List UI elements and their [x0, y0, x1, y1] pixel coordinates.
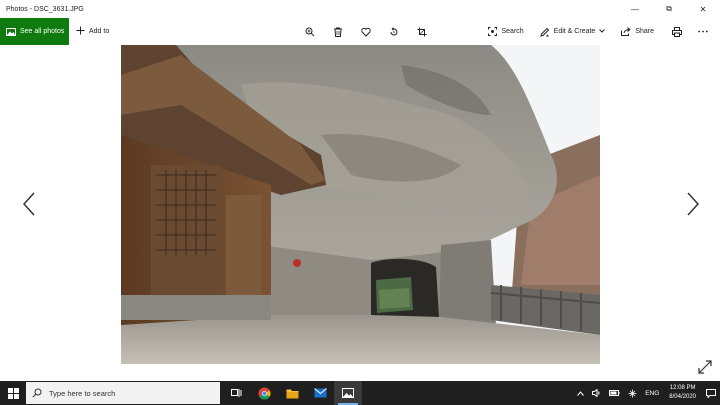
mail-button[interactable]: [306, 381, 334, 405]
edit-create-button[interactable]: Edit & Create: [532, 18, 614, 45]
center-tools: [296, 18, 436, 45]
crop-icon: [417, 27, 427, 36]
next-photo-button[interactable]: [686, 190, 700, 218]
favorite-icon: [361, 27, 371, 37]
expand-icon: [698, 360, 712, 374]
network-button[interactable]: [624, 389, 641, 398]
print-button[interactable]: [662, 18, 692, 45]
share-icon: [621, 27, 631, 36]
system-tray: ENG 12:08 PM 8/04/2020: [573, 381, 720, 405]
photos-taskbar-button[interactable]: [334, 381, 362, 405]
taskbar: Type here to search ENG 12:08 PM 8/04/20…: [0, 381, 720, 405]
show-hidden-icons-button[interactable]: [573, 390, 588, 396]
previous-photo-button[interactable]: [22, 190, 36, 218]
taskbar-search-input[interactable]: Type here to search: [26, 382, 220, 404]
print-icon: [672, 26, 682, 37]
window-title: Photos - DSC_3631.JPG: [6, 5, 84, 13]
fullscreen-button[interactable]: [698, 360, 712, 374]
minimize-button[interactable]: —: [618, 0, 652, 18]
right-tools: Search Edit & Create Share: [480, 18, 720, 45]
photos-icon: [342, 388, 354, 398]
rotate-icon: [390, 26, 398, 35]
share-button[interactable]: Share: [613, 18, 662, 45]
mail-icon: [313, 388, 327, 398]
crop-button[interactable]: [408, 18, 436, 45]
notification-icon: [706, 388, 716, 398]
more-icon: [698, 30, 708, 33]
see-all-photos-label: See all photos: [20, 28, 65, 35]
network-icon: [628, 389, 637, 397]
chevron-left-icon: [23, 192, 35, 216]
chevron-right-icon: [687, 192, 699, 216]
clock-date: 8/04/2020: [669, 394, 696, 400]
task-view-button[interactable]: [222, 381, 250, 405]
see-all-photos-button[interactable]: See all photos: [0, 18, 69, 45]
task-view-icon: [230, 389, 241, 397]
plus-icon: [76, 26, 85, 37]
taskbar-apps: [222, 381, 362, 405]
add-to-label: Add to: [89, 28, 110, 35]
close-button[interactable]: ✕: [686, 0, 720, 18]
photos-app-window: Photos - DSC_3631.JPG — ⧉ ✕ See all phot…: [0, 0, 720, 381]
rotate-button[interactable]: [380, 18, 408, 45]
visual-search-icon: [488, 27, 498, 36]
file-explorer-icon: [286, 389, 298, 398]
battery-button[interactable]: [605, 390, 624, 396]
search-label: Search: [501, 28, 524, 35]
delete-icon: [334, 27, 342, 37]
start-button[interactable]: [0, 381, 26, 405]
window-controls: — ⧉ ✕: [618, 0, 720, 18]
gallery-icon: [6, 23, 16, 41]
chrome-button[interactable]: [250, 381, 278, 405]
restore-button[interactable]: ⧉: [652, 0, 686, 18]
windows-icon: [7, 387, 19, 399]
photo-image: [121, 45, 600, 364]
search-icon: [32, 388, 42, 398]
title-bar: Photos - DSC_3631.JPG — ⧉ ✕: [0, 0, 720, 18]
edit-icon: [539, 27, 549, 37]
zoom-icon: [305, 27, 315, 36]
add-to-button[interactable]: Add to: [76, 18, 109, 45]
volume-icon: [592, 389, 600, 397]
file-explorer-button[interactable]: [278, 381, 306, 405]
zoom-button[interactable]: [296, 18, 324, 45]
chevron-down-icon: [599, 28, 606, 35]
displayed-photo[interactable]: [121, 45, 600, 364]
more-button[interactable]: [692, 18, 720, 45]
clock-time: 12:08 PM: [669, 385, 696, 391]
clock[interactable]: 12:08 PM 8/04/2020: [663, 384, 702, 402]
chevron-up-icon: [577, 390, 585, 396]
share-label: Share: [635, 28, 654, 35]
search-button[interactable]: Search: [480, 18, 531, 45]
battery-icon: [609, 390, 620, 396]
delete-button[interactable]: [324, 18, 352, 45]
chrome-icon: [257, 386, 271, 400]
volume-button[interactable]: [588, 389, 605, 397]
command-bar: See all photos Add to Search Edit & Crea…: [0, 18, 720, 45]
language-indicator[interactable]: ENG: [641, 390, 663, 397]
favorite-button[interactable]: [352, 18, 380, 45]
edit-create-label: Edit & Create: [553, 28, 596, 35]
action-center-button[interactable]: [702, 388, 720, 398]
search-placeholder: Type here to search: [49, 388, 116, 398]
